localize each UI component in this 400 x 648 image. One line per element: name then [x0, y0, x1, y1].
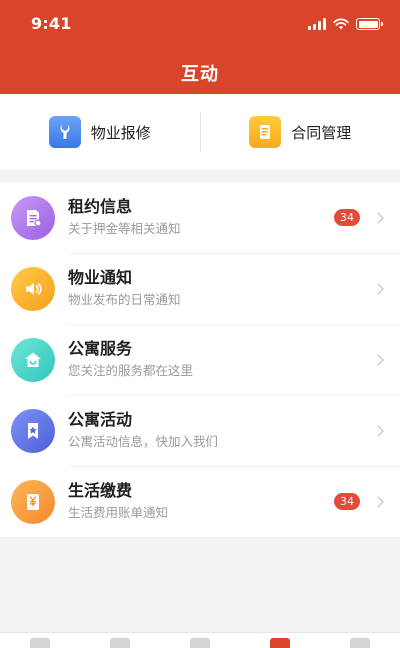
tab-2-icon[interactable] — [110, 638, 130, 648]
bottom-tab-bar — [0, 632, 400, 648]
tab-5-icon[interactable] — [350, 638, 370, 648]
list-item-subtitle: 物业发布的日常通知 — [68, 292, 181, 307]
property-repair-label: 物业报修 — [90, 123, 151, 142]
list-item-subtitle: 生活费用账单通知 — [68, 505, 169, 520]
list-item-subtitle: 公寓活动信息，快加入我们 — [68, 434, 219, 449]
list-item-title: 公寓活动 — [68, 410, 133, 429]
list-item-apartment-service[interactable]: 公寓服务 您关注的服务都在这里 — [0, 324, 400, 395]
speaker-icon — [11, 266, 55, 311]
tab-3-icon[interactable] — [190, 638, 210, 648]
battery-icon — [356, 18, 383, 30]
list-item-lease-info[interactable]: 租约信息 关于押金等相关通知 34 — [0, 182, 400, 253]
property-repair-button[interactable]: 物业报修 — [0, 94, 200, 170]
contract-management-button[interactable]: 合同管理 — [201, 94, 400, 170]
wrench-icon — [48, 116, 81, 148]
list-item-property-notice[interactable]: 物业通知 物业发布的日常通知 — [0, 253, 400, 324]
chevron-right-icon — [372, 495, 384, 508]
chevron-right-icon — [372, 353, 384, 366]
list-item-title: 生活缴费 — [68, 481, 133, 500]
unread-badge: 34 — [334, 493, 360, 510]
tab-4-icon[interactable] — [270, 638, 290, 648]
contract-icon — [249, 116, 282, 148]
chevron-right-icon — [372, 424, 384, 437]
list-item-subtitle: 关于押金等相关通知 — [68, 221, 181, 236]
home-icon — [11, 337, 55, 382]
unread-badge: 34 — [334, 209, 360, 226]
list-item-title: 物业通知 — [68, 268, 133, 287]
list-item-living-payment[interactable]: 生活缴费 生活费用账单通知 34 — [0, 466, 400, 537]
status-icons — [308, 15, 383, 33]
contract-management-label: 合同管理 — [291, 123, 352, 142]
yen-bill-icon — [11, 479, 55, 524]
status-time: 9:41 — [31, 14, 72, 33]
message-list: 租约信息 关于押金等相关通知 34 物业通知 物业发布的日常通知 公寓服务 您关… — [0, 182, 400, 537]
list-item-apartment-activity[interactable]: 公寓活动 公寓活动信息，快加入我们 — [0, 395, 400, 466]
status-bar: 9:41 — [0, 0, 400, 46]
page-title: 互动 — [181, 64, 219, 85]
document-icon — [11, 195, 55, 240]
list-item-subtitle: 您关注的服务都在这里 — [68, 363, 194, 378]
signal-icon — [308, 18, 326, 30]
tab-1-icon[interactable] — [30, 638, 50, 648]
wifi-icon — [333, 18, 349, 30]
quick-actions: 物业报修 合同管理 — [0, 94, 400, 170]
star-bookmark-icon — [11, 408, 55, 453]
list-item-title: 公寓服务 — [68, 339, 133, 358]
chevron-right-icon — [372, 282, 384, 295]
list-item-title: 租约信息 — [68, 197, 133, 216]
chevron-right-icon — [372, 211, 384, 224]
top-header: 9:41 互动 — [0, 0, 400, 94]
